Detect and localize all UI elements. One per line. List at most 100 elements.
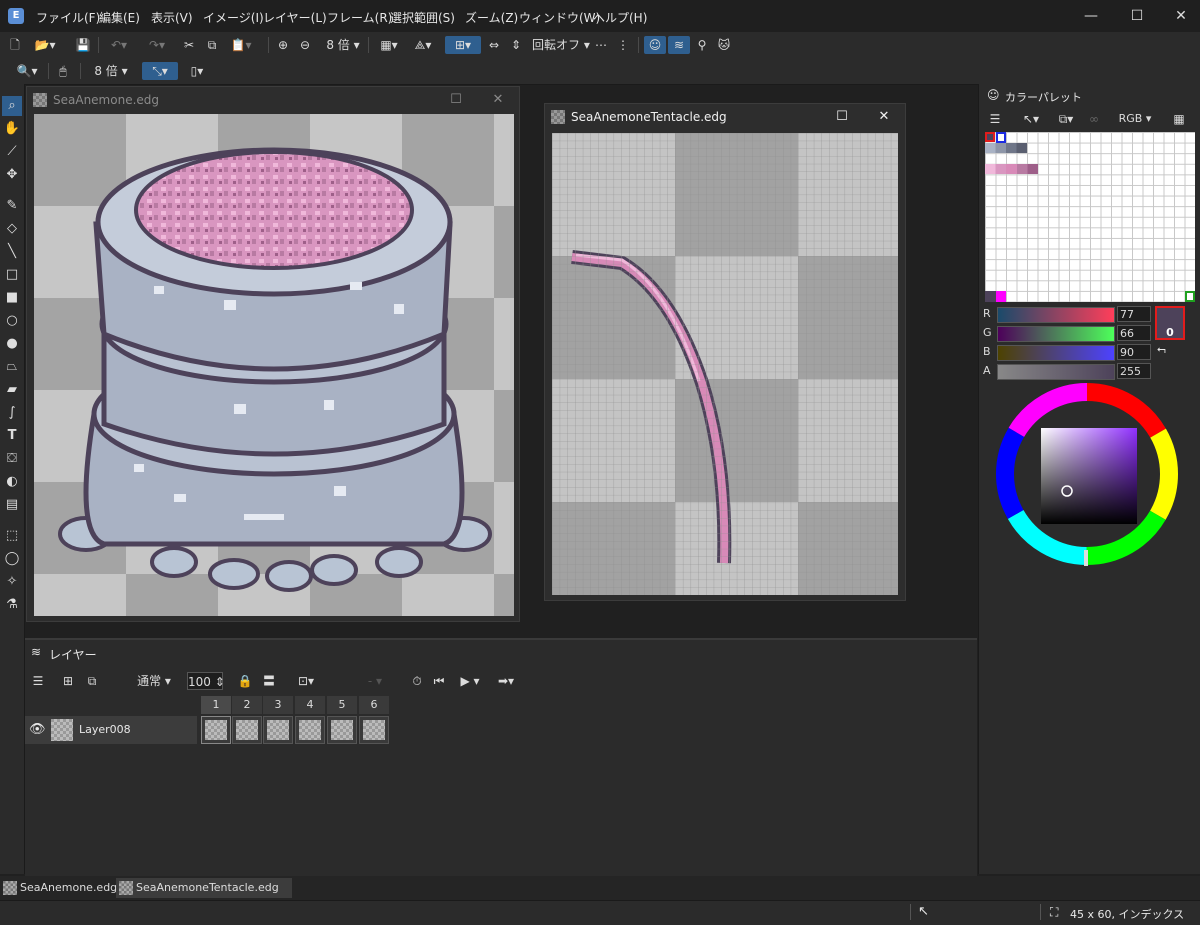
color-palette-tab[interactable]: ☺ カラーパレット [983, 84, 1093, 108]
background-pattern-icon[interactable]: ▦▾ [374, 36, 404, 54]
magic-wand-icon[interactable]: ✧ [2, 572, 22, 592]
undo-icon[interactable]: ↶▾ [104, 36, 134, 54]
frame-cell-3[interactable] [263, 716, 293, 744]
close-icon[interactable]: ✕ [875, 108, 893, 126]
frame-cell-2[interactable] [232, 716, 262, 744]
frame-display-icon[interactable]: ⊡▾ [289, 672, 323, 690]
menu-layer[interactable]: レイヤー(L) [263, 9, 327, 26]
polygon-icon[interactable]: ⏢ [2, 357, 22, 377]
line-tool-icon[interactable]: ╲ [2, 242, 22, 262]
hand-tool-icon[interactable]: ✋ [2, 119, 22, 139]
frame-header-6[interactable]: 6 [359, 696, 389, 714]
frame-delay-select[interactable]: - ▾ [355, 672, 395, 690]
cut-icon[interactable]: ✂ [180, 36, 198, 54]
palette-copy-icon[interactable]: ⧉▾ [1051, 110, 1081, 128]
palette-swatch[interactable] [995, 291, 1006, 302]
first-frame-icon[interactable]: ⏮ [431, 672, 447, 690]
flip-vertical-icon[interactable]: ⇕ [508, 36, 524, 54]
zoom-select-secondary[interactable]: 8 倍 ▾ [88, 62, 134, 80]
frame-header-5[interactable]: 5 [327, 696, 357, 714]
location-icon[interactable]: ⚲ [694, 36, 710, 54]
alpha-slider[interactable] [997, 364, 1115, 380]
blend-mode-select[interactable]: 通常 ▾ [123, 672, 185, 690]
palette-row-grays[interactable] [985, 142, 1027, 154]
pencil-icon[interactable]: ✎ [2, 196, 22, 216]
merge-icon[interactable]: 〓 [261, 672, 277, 690]
filled-ellipse-icon[interactable]: ● [2, 334, 22, 354]
zoom-out-icon[interactable]: ⊖ [296, 36, 314, 54]
alpha-value[interactable]: 255 [1117, 363, 1151, 379]
menu-help[interactable]: ヘルプ(H) [593, 9, 647, 26]
new-file-icon[interactable]: 🗋 [6, 36, 24, 54]
layers-menu-icon[interactable]: ☰ [29, 672, 47, 690]
curve-tool-icon[interactable]: ∫ [2, 403, 22, 423]
lasso-icon[interactable]: ◯ [2, 549, 22, 569]
menu-edit[interactable]: 編集(E) [99, 9, 140, 26]
zoom-in-icon[interactable]: ⊕ [274, 36, 292, 54]
layer-row[interactable]: 👁 Layer008 [25, 716, 197, 744]
add-frame-icon[interactable]: ⧉ [83, 672, 101, 690]
color-select-icon[interactable]: ⚗ [2, 595, 22, 615]
vertical-guide-icon[interactable]: ⋮ [616, 36, 630, 54]
maximize-icon[interactable]: ☐ [833, 108, 851, 126]
ellipse-icon[interactable]: ○ [2, 311, 22, 331]
open-file-icon[interactable]: 📂▾ [30, 36, 60, 54]
blue-slider[interactable] [997, 345, 1115, 361]
document-titlebar[interactable]: SeaAnemoneTentacle.edg ☐ ✕ [545, 104, 905, 130]
zoom-tool-icon[interactable]: ⌕ [2, 96, 22, 116]
fit-window-icon[interactable]: ⤡▾ [142, 62, 178, 80]
play-icon[interactable]: ▶ ▾ [455, 672, 485, 690]
menu-image[interactable]: イメージ(I) [203, 9, 264, 26]
redo-icon[interactable]: ↷▾ [142, 36, 172, 54]
red-slider[interactable] [997, 307, 1115, 323]
filled-rectangle-icon[interactable]: ■ [2, 288, 22, 308]
close-icon[interactable]: ✕ [489, 91, 507, 109]
document-window-sea-anemone[interactable]: SeaAnemone.edg ☐ ✕ [26, 86, 520, 622]
palette-grid[interactable] [985, 132, 1195, 302]
menu-file[interactable]: ファイル(F) [36, 9, 100, 26]
menu-window[interactable]: ウィンドウ(W) [519, 9, 600, 26]
opacity-input[interactable]: 100 ⇕ [187, 672, 225, 690]
move-tool-icon[interactable]: ✥ [2, 165, 22, 185]
document-titlebar[interactable]: SeaAnemone.edg ☐ ✕ [27, 87, 519, 113]
save-icon[interactable]: 💾 [74, 36, 92, 54]
primary-color-swatch[interactable]: 0 [1155, 306, 1185, 340]
palette-swatch-secondary[interactable] [995, 132, 1006, 143]
device-icon[interactable]: ▯▾ [182, 62, 212, 80]
document-window-sea-anemone-tentacle[interactable]: SeaAnemoneTentacle.edg ☐ ✕ [544, 103, 906, 601]
frame-cell-6[interactable] [359, 716, 389, 744]
palette-grid-icon[interactable]: ▦ [1171, 110, 1187, 128]
zoom-select[interactable]: 8 倍 ▾ [322, 36, 364, 54]
cat-icon[interactable]: 🐱 [716, 36, 732, 54]
frame-header-2[interactable]: 2 [232, 696, 262, 714]
eyedropper-icon[interactable]: ⟋ [2, 142, 22, 162]
document-tab[interactable]: SeaAnemone.edg [0, 878, 132, 898]
palette-swatch[interactable] [1184, 291, 1195, 302]
palette-swatch[interactable] [985, 291, 996, 302]
pointer-mode-icon[interactable]: ↖▾ [1017, 110, 1045, 128]
frame-cell-5[interactable] [327, 716, 357, 744]
green-value[interactable]: 66 [1117, 325, 1151, 341]
rectangle-icon[interactable]: □ [2, 265, 22, 285]
frame-header-1[interactable]: 1 [201, 696, 231, 714]
palette-menu-icon[interactable]: ☰ [987, 110, 1003, 128]
maximize-icon[interactable]: ☐ [447, 91, 465, 109]
green-slider[interactable] [997, 326, 1115, 342]
menu-view[interactable]: 表示(V) [151, 9, 193, 26]
document-tab-active[interactable]: SeaAnemoneTentacle.edg [116, 878, 292, 898]
copy-icon[interactable]: ⧉ [203, 36, 221, 54]
dither-icon[interactable]: ▤ [2, 495, 22, 515]
lock-icon[interactable]: 🔒 [237, 672, 253, 690]
palette-icon[interactable]: ☺ [644, 36, 666, 54]
eye-icon[interactable]: 👁 [29, 722, 46, 737]
horizontal-guide-icon[interactable]: ⋯ [592, 36, 610, 54]
layers-tab[interactable]: ≋ レイヤー [25, 640, 109, 666]
playback-mode-icon[interactable]: ➡▾ [491, 672, 521, 690]
rect-select-icon[interactable]: ⬚ [2, 526, 22, 546]
blue-value[interactable]: 90 [1117, 344, 1151, 360]
flip-horizontal-icon[interactable]: ⇔ [486, 36, 502, 54]
menu-selection[interactable]: 選択範囲(S) [390, 9, 455, 26]
timer-icon[interactable]: ⏱ [409, 672, 425, 690]
color-wheel[interactable] [995, 382, 1179, 566]
tile-mode-icon[interactable]: ⟁▾ [408, 36, 438, 54]
